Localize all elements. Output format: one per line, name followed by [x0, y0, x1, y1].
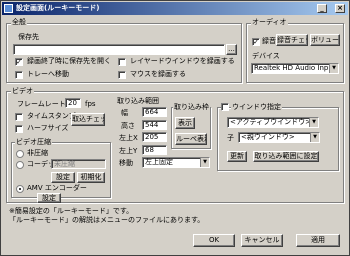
- show-frame-button[interactable]: 表示: [175, 117, 195, 129]
- child-label: 子: [227, 134, 234, 142]
- save-folder-field[interactable]: [13, 44, 225, 55]
- capture-frame-label: 取り込み枠: [173, 103, 210, 111]
- tray-move-label: トレーへ移動: [27, 70, 69, 78]
- left-x-label: 左上X: [119, 134, 138, 142]
- active-window-select[interactable]: <アクティブウインドウ> ▼: [227, 117, 319, 128]
- window-spec-label: ウインドウ指定: [231, 103, 282, 111]
- window-title: 設定画面(ルーキーモード): [16, 4, 100, 12]
- width-label: 幅: [121, 109, 128, 117]
- active-window-value: <アクティブウインドウ>: [230, 118, 311, 126]
- app-icon: [4, 4, 13, 13]
- half-size-label: ハーフサイズ: [27, 124, 69, 132]
- left-x-input[interactable]: 205: [142, 132, 167, 142]
- height-input[interactable]: 544: [142, 120, 167, 130]
- move-value: 左上固定: [145, 158, 173, 166]
- minimize-button[interactable]: _: [317, 4, 327, 13]
- audio-group-label: オーディオ: [251, 18, 288, 26]
- top-y-input[interactable]: 68: [142, 145, 167, 155]
- parent-window-value: <親ウインドウ>: [241, 133, 295, 141]
- framerate-input[interactable]: 20: [65, 98, 81, 108]
- volume-button[interactable]: ボリューム: [310, 34, 340, 46]
- device-label: デバイス: [252, 52, 280, 60]
- browse-button[interactable]: ...: [226, 44, 237, 55]
- tray-move-checkbox[interactable]: [15, 71, 23, 79]
- close-button[interactable]: ×: [335, 4, 345, 13]
- open-folder-checkbox[interactable]: ✓: [15, 58, 23, 66]
- set-range-button[interactable]: 取り込み範囲に設定: [253, 151, 319, 162]
- chevron-down-icon: ▼: [200, 158, 209, 167]
- record-audio-label: 録音: [262, 37, 276, 45]
- video-group-label: ビデオ: [11, 87, 34, 95]
- uncompressed-radio[interactable]: [16, 150, 24, 158]
- codec-field: 未圧縮: [51, 159, 106, 169]
- general-group-label: 全般: [11, 18, 27, 26]
- timestamp-checkbox[interactable]: [15, 113, 23, 121]
- move-select[interactable]: 左上固定 ▼: [142, 157, 210, 168]
- settings-window: 設定画面(ルーキーモード) _ × 全般 保存先 ... ✓ 録画終了時に保存先…: [0, 0, 350, 256]
- loupe-button[interactable]: ルーペ表示: [175, 133, 207, 145]
- chevron-down-icon: ▼: [310, 133, 319, 142]
- save-folder-label: 保存先: [18, 33, 39, 41]
- footer-note-line1: ※簡易設定の「ルーキーモード」です。: [9, 207, 134, 215]
- timestamp-label: タイムスタンプ: [27, 112, 76, 120]
- codec-init-button[interactable]: 初期化: [77, 172, 105, 183]
- apply-button[interactable]: 適用: [296, 234, 340, 247]
- open-folder-label: 録画終了時に保存先を開く: [27, 57, 111, 65]
- audio-device-value: Realtek HD Audio Input: [254, 64, 336, 72]
- chevron-down-icon: ▼: [309, 118, 318, 127]
- top-y-label: 左上Y: [119, 147, 138, 155]
- record-audio-checkbox[interactable]: ✓: [252, 38, 260, 46]
- half-size-checkbox[interactable]: [15, 125, 23, 133]
- refresh-button[interactable]: 更新: [227, 151, 247, 162]
- amv-encoder-label: AMV エンコーダー: [27, 184, 87, 192]
- footer-note-line2: 「ルーキーモード」の解説はメニューのファイルにあります。: [9, 216, 205, 224]
- audio-device-select[interactable]: Realtek HD Audio Input ▼: [251, 63, 339, 74]
- capture-range-label: 取り込み範囲: [117, 97, 159, 105]
- ok-button[interactable]: OK: [193, 234, 235, 247]
- width-input[interactable]: 664: [142, 107, 167, 117]
- height-label: 高さ: [121, 122, 135, 130]
- compression-group-label: ビデオ圧縮: [15, 138, 52, 146]
- move-label: 移動: [119, 159, 133, 167]
- cancel-button[interactable]: キャンセル: [241, 234, 283, 247]
- chevron-down-icon: ▼: [329, 64, 338, 73]
- codec-radio[interactable]: [16, 161, 24, 169]
- record-mouse-label: マウスを録画する: [130, 70, 186, 78]
- parent-window-select[interactable]: <親ウインドウ> ▼: [238, 132, 320, 143]
- capture-check-button[interactable]: 取込チェック: [71, 113, 105, 126]
- layered-window-checkbox[interactable]: [118, 58, 126, 66]
- amv-settings-button[interactable]: 設定: [37, 193, 61, 203]
- codec-settings-button[interactable]: 設定: [51, 172, 75, 183]
- record-mouse-checkbox[interactable]: [118, 71, 126, 79]
- record-check-button[interactable]: 録音チェック: [276, 34, 308, 46]
- title-bar[interactable]: 設定画面(ルーキーモード) _ ×: [2, 2, 348, 15]
- framerate-label: フレームレート: [17, 100, 66, 108]
- window-spec-checkbox[interactable]: [221, 103, 229, 111]
- uncompressed-label: 非圧縮: [27, 149, 48, 157]
- fps-unit: fps: [85, 100, 96, 108]
- layered-window-label: レイヤードウインドウを録画する: [130, 57, 235, 65]
- amv-encoder-radio[interactable]: [16, 185, 24, 193]
